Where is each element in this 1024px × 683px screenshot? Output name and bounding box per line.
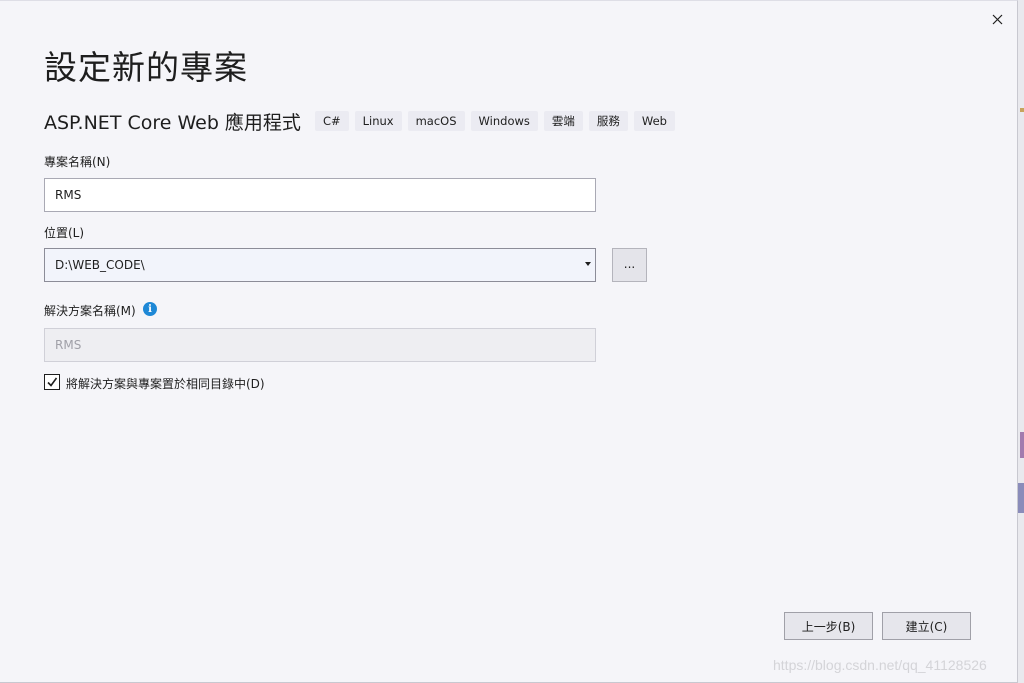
location-label: 位置(L) — [44, 226, 85, 240]
back-button[interactable]: 上一步(B) — [784, 612, 873, 640]
solution-name-label: 解決方案名稱(M) — [44, 304, 136, 318]
project-name-label: 專案名稱(N) — [44, 155, 111, 169]
location-combobox[interactable]: D:\WEB_CODE\ — [44, 248, 596, 282]
project-name-value: RMS — [55, 188, 82, 202]
same-directory-label[interactable]: 將解決方案與專案置於相同目錄中(D) — [66, 375, 265, 392]
location-value: D:\WEB_CODE\ — [55, 258, 145, 272]
tag-windows: Windows — [470, 111, 538, 131]
create-button[interactable]: 建立(C) — [882, 612, 971, 640]
tag-service: 服務 — [588, 111, 628, 131]
configure-project-dialog: 設定新的專案 ASP.NET Core Web 應用程式 C# Linux ma… — [0, 0, 1018, 683]
watermark: https://blog.csdn.net/qq_41128526 — [773, 657, 987, 673]
browse-button[interactable]: ... — [612, 248, 647, 282]
same-directory-checkbox[interactable] — [44, 374, 60, 390]
close-icon — [992, 14, 1002, 24]
tag-macos: macOS — [407, 111, 465, 131]
project-name-input[interactable]: RMS — [44, 178, 596, 212]
tag-cloud: 雲端 — [543, 111, 583, 131]
tag-web: Web — [633, 111, 675, 131]
template-name: ASP.NET Core Web 應用程式 — [44, 111, 301, 134]
solution-name-input: RMS — [44, 328, 596, 362]
info-icon[interactable]: i — [143, 302, 157, 316]
tag-linux: Linux — [354, 111, 402, 131]
page-title: 設定新的專案 — [44, 48, 248, 87]
solution-name-value: RMS — [55, 338, 82, 352]
tag-csharp: C# — [314, 111, 349, 131]
chevron-down-icon[interactable] — [585, 262, 591, 266]
checkmark-icon — [47, 377, 58, 387]
close-button[interactable] — [986, 9, 1008, 29]
background-window-edge — [1018, 0, 1024, 683]
template-info: ASP.NET Core Web 應用程式 C# Linux macOS Win… — [44, 107, 681, 135]
